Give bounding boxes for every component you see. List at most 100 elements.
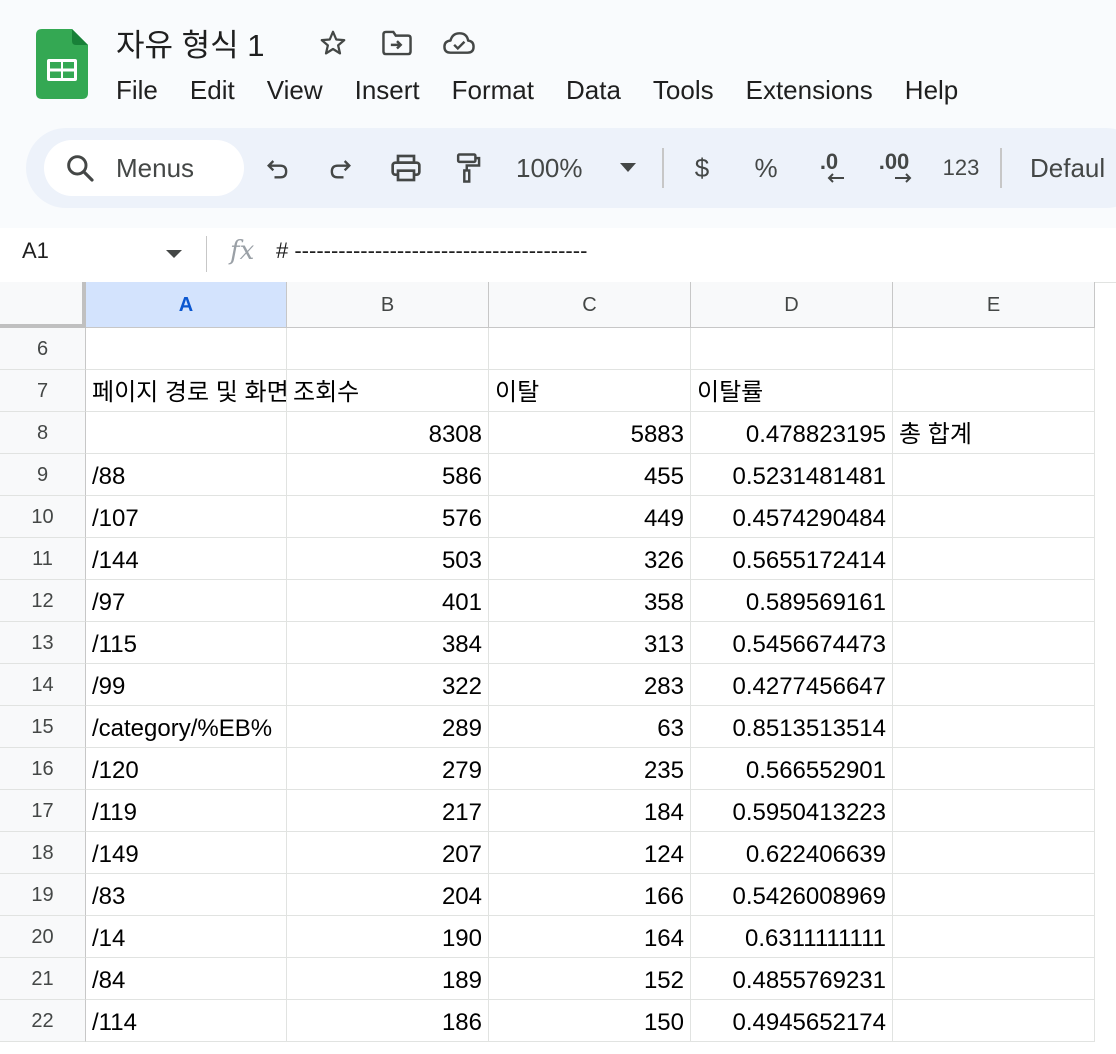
cell-c9[interactable]: 455 <box>489 454 691 496</box>
cell-e14[interactable] <box>893 664 1095 706</box>
cell-b6[interactable] <box>287 328 489 370</box>
cell-e12[interactable] <box>893 580 1095 622</box>
zoom-select[interactable]: 100% <box>516 148 596 188</box>
row-header[interactable]: 6 <box>0 328 86 370</box>
row-header[interactable]: 20 <box>0 916 86 958</box>
cell-b12[interactable]: 401 <box>287 580 489 622</box>
cell-e16[interactable] <box>893 748 1095 790</box>
cell-c11[interactable]: 326 <box>489 538 691 580</box>
cell-a12[interactable]: /97 <box>86 580 287 622</box>
menu-view[interactable]: View <box>251 70 339 110</box>
row-header[interactable]: 19 <box>0 874 86 916</box>
cell-b18[interactable]: 207 <box>287 832 489 874</box>
cell-a15[interactable]: /category/%EB% <box>86 706 287 748</box>
cell-c18[interactable]: 124 <box>489 832 691 874</box>
row-header[interactable]: 18 <box>0 832 86 874</box>
row-header[interactable]: 11 <box>0 538 86 580</box>
cell-e6[interactable] <box>893 328 1095 370</box>
cell-d20[interactable]: 0.6311111111 <box>691 916 893 958</box>
cell-c17[interactable]: 184 <box>489 790 691 832</box>
cell-c8[interactable]: 5883 <box>489 412 691 454</box>
cell-b15[interactable]: 289 <box>287 706 489 748</box>
font-family-select[interactable]: Defaul <box>1030 148 1116 188</box>
cell-a16[interactable]: /120 <box>86 748 287 790</box>
row-header[interactable]: 10 <box>0 496 86 538</box>
cell-d14[interactable]: 0.4277456647 <box>691 664 893 706</box>
cell-a10[interactable]: /107 <box>86 496 287 538</box>
menu-insert[interactable]: Insert <box>339 70 436 110</box>
cell-e18[interactable] <box>893 832 1095 874</box>
cell-b13[interactable]: 384 <box>287 622 489 664</box>
cell-c12[interactable]: 358 <box>489 580 691 622</box>
row-header[interactable]: 21 <box>0 958 86 1000</box>
print-button[interactable] <box>386 148 426 188</box>
cell-d13[interactable]: 0.5456674473 <box>691 622 893 664</box>
cell-a18[interactable]: /149 <box>86 832 287 874</box>
cell-a6[interactable] <box>86 328 287 370</box>
row-header[interactable]: 17 <box>0 790 86 832</box>
row-header[interactable]: 9 <box>0 454 86 496</box>
cell-e8[interactable]: 총 합계 <box>893 412 1095 454</box>
cell-b22[interactable]: 186 <box>287 1000 489 1042</box>
column-header-b[interactable]: B <box>287 282 489 328</box>
percent-format-button[interactable]: % <box>748 148 784 188</box>
cell-c21[interactable]: 152 <box>489 958 691 1000</box>
cell-c16[interactable]: 235 <box>489 748 691 790</box>
column-header-a[interactable]: A <box>86 282 287 328</box>
cell-d16[interactable]: 0.566552901 <box>691 748 893 790</box>
row-header[interactable]: 8 <box>0 412 86 454</box>
cell-a11[interactable]: /144 <box>86 538 287 580</box>
cloud-saved-icon[interactable] <box>442 26 476 60</box>
cell-b16[interactable]: 279 <box>287 748 489 790</box>
currency-format-button[interactable]: $ <box>686 148 718 188</box>
menu-tools[interactable]: Tools <box>637 70 730 110</box>
undo-button[interactable] <box>260 148 296 188</box>
cell-c22[interactable]: 150 <box>489 1000 691 1042</box>
cell-e21[interactable] <box>893 958 1095 1000</box>
menu-format[interactable]: Format <box>436 70 550 110</box>
cell-b14[interactable]: 322 <box>287 664 489 706</box>
formula-input[interactable]: # --------------------------------------… <box>276 238 587 264</box>
cell-b19[interactable]: 204 <box>287 874 489 916</box>
column-header-c[interactable]: C <box>489 282 691 328</box>
cell-a14[interactable]: /99 <box>86 664 287 706</box>
cell-d15[interactable]: 0.8513513514 <box>691 706 893 748</box>
cell-d21[interactable]: 0.4855769231 <box>691 958 893 1000</box>
row-header[interactable]: 14 <box>0 664 86 706</box>
paint-format-button[interactable] <box>450 148 486 188</box>
menu-edit[interactable]: Edit <box>174 70 251 110</box>
row-header[interactable]: 15 <box>0 706 86 748</box>
cell-c13[interactable]: 313 <box>489 622 691 664</box>
cell-a20[interactable]: /14 <box>86 916 287 958</box>
cell-c19[interactable]: 166 <box>489 874 691 916</box>
star-icon[interactable] <box>316 26 350 60</box>
menu-file[interactable]: File <box>100 70 174 110</box>
cell-c6[interactable] <box>489 328 691 370</box>
column-header-d[interactable]: D <box>691 282 893 328</box>
cell-c20[interactable]: 164 <box>489 916 691 958</box>
decrease-decimal-button[interactable]: .0 <box>806 148 852 188</box>
cell-e10[interactable] <box>893 496 1095 538</box>
cell-c10[interactable]: 449 <box>489 496 691 538</box>
cell-d18[interactable]: 0.622406639 <box>691 832 893 874</box>
row-header[interactable]: 13 <box>0 622 86 664</box>
move-to-folder-icon[interactable] <box>380 26 414 60</box>
cell-c7[interactable]: 이탈 <box>489 370 691 412</box>
cell-a13[interactable]: /115 <box>86 622 287 664</box>
row-header[interactable]: 22 <box>0 1000 86 1042</box>
cell-a17[interactable]: /119 <box>86 790 287 832</box>
cell-d9[interactable]: 0.5231481481 <box>691 454 893 496</box>
cell-e20[interactable] <box>893 916 1095 958</box>
cell-e13[interactable] <box>893 622 1095 664</box>
cell-c14[interactable]: 283 <box>489 664 691 706</box>
cell-c15[interactable]: 63 <box>489 706 691 748</box>
cell-a7[interactable]: 페이지 경로 및 화면 <box>86 370 287 412</box>
cell-d7[interactable]: 이탈률 <box>691 370 893 412</box>
name-box[interactable]: A1 <box>22 238 49 264</box>
redo-button[interactable] <box>322 148 358 188</box>
row-header[interactable]: 12 <box>0 580 86 622</box>
cell-b10[interactable]: 576 <box>287 496 489 538</box>
cell-e22[interactable] <box>893 1000 1095 1042</box>
name-box-dropdown-icon[interactable] <box>166 250 182 258</box>
cell-d12[interactable]: 0.589569161 <box>691 580 893 622</box>
